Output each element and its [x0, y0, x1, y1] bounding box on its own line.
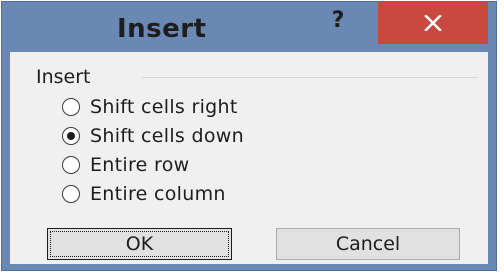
radio-entire-row[interactable] — [62, 156, 80, 174]
radio-entire-column[interactable] — [62, 185, 80, 203]
focus-rectangle — [50, 231, 229, 257]
ok-button[interactable]: OK — [47, 228, 232, 260]
option-shift-cells-down[interactable]: Shift cells down — [62, 123, 244, 149]
groupbox-divider — [142, 77, 478, 78]
close-icon — [424, 15, 442, 31]
dialog-title: Insert — [117, 14, 207, 44]
help-button[interactable]: ? — [320, 6, 356, 36]
option-label: Entire column — [90, 183, 226, 205]
dialog-body: Insert Shift cells right Shift cells dow… — [10, 52, 488, 264]
option-entire-row[interactable]: Entire row — [62, 152, 189, 178]
radio-shift-cells-right[interactable] — [62, 98, 80, 116]
option-label: Shift cells right — [90, 96, 238, 118]
title-bar[interactable]: Insert ? — [2, 2, 496, 52]
option-label: Entire row — [90, 154, 190, 176]
insert-dialog: Insert ? Insert Shift cells right Shift … — [1, 1, 497, 271]
option-shift-cells-right[interactable]: Shift cells right — [62, 94, 238, 120]
radio-shift-cells-down[interactable] — [62, 127, 80, 145]
close-button[interactable] — [378, 2, 488, 44]
option-entire-column[interactable]: Entire column — [62, 181, 226, 207]
cancel-button[interactable]: Cancel — [276, 228, 460, 260]
groupbox-label: Insert — [36, 66, 97, 88]
option-label: Shift cells down — [90, 125, 244, 147]
